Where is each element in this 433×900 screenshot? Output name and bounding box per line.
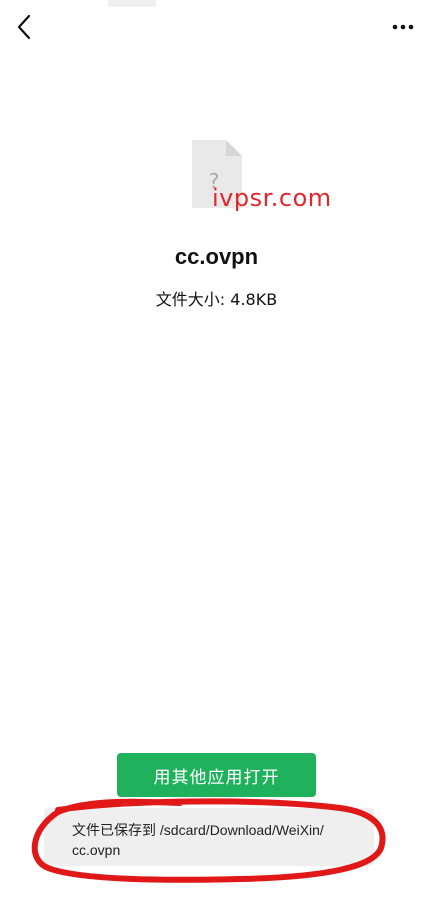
top-bar — [0, 0, 433, 56]
saved-notice-line1: 文件已保存到 /sdcard/Download/WeiXin/ — [72, 822, 324, 838]
open-with-other-app-button[interactable]: 用其他应用打开 — [117, 753, 316, 797]
file-size: 文件大小: 4.8KB — [155, 290, 278, 309]
watermark-text: ivpsr.com — [212, 184, 332, 212]
file-name: cc.ovpn — [174, 244, 259, 269]
more-horizontal-icon — [392, 24, 414, 30]
saved-notice-text: 文件已保存到 /sdcard/Download/WeiXin/ cc.ovpn — [72, 820, 372, 860]
chevron-left-icon — [17, 14, 31, 40]
saved-notice-line2: cc.ovpn — [72, 842, 121, 858]
more-button[interactable] — [387, 14, 419, 40]
back-button[interactable] — [8, 10, 40, 44]
